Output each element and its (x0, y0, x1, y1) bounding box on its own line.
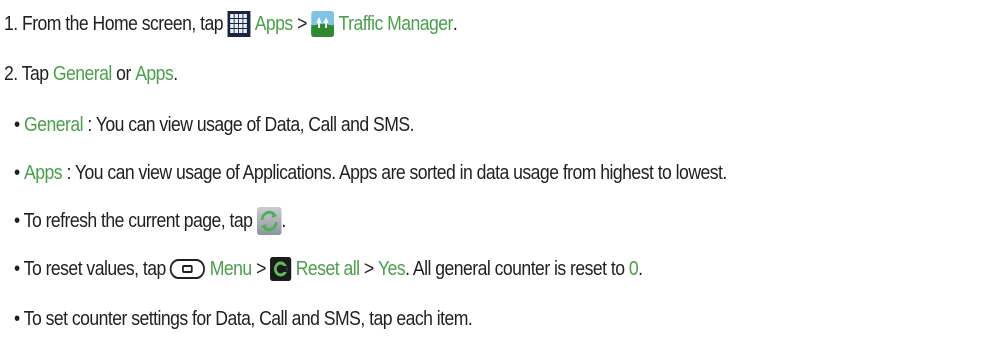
reset-text: • To reset values, tap (14, 257, 166, 280)
traffic-manager-icon (311, 11, 335, 37)
step-2: 2. Tap General or Apps . (4, 59, 178, 89)
step-1: 1. From the Home screen, tap Apps > Traf… (4, 9, 458, 39)
general-description: : You can view usage of Data, Call and S… (87, 113, 414, 136)
zero-value: 0 (628, 257, 639, 280)
bullet-dot: • (14, 161, 20, 184)
refresh-text: • To refresh the current page, tap (14, 209, 253, 232)
bullet-reset: • To reset values, tap Menu > Reset all … (14, 254, 643, 284)
general-label[interactable]: General (24, 114, 83, 137)
separator-2: > (363, 257, 374, 280)
step-2-prefix: 2. Tap (4, 62, 49, 85)
bullet-dot: • (14, 113, 20, 136)
yes-label[interactable]: Yes (378, 258, 406, 281)
step-2-period: . (173, 62, 178, 85)
reset-all-label[interactable]: Reset all (296, 258, 360, 281)
separator: > (256, 257, 266, 280)
or-text: or (116, 62, 131, 85)
reset-text-2: . All general counter is reset to (405, 257, 625, 280)
counter-text: • To set counter settings for Data, Call… (14, 307, 473, 330)
general-link[interactable]: General (53, 63, 112, 86)
menu-key-icon[interactable] (170, 259, 206, 279)
bullet-apps: • Apps : You can view usage of Applicati… (14, 158, 727, 188)
refresh-period: . (281, 209, 286, 232)
separator: > (297, 12, 307, 35)
step-1-period: . (452, 12, 458, 35)
bullet-counter: • To set counter settings for Data, Call… (14, 304, 473, 334)
reset-period: . (638, 257, 643, 280)
reset-icon (270, 257, 292, 281)
apps-link-2[interactable]: Apps (135, 63, 174, 86)
apps-label[interactable]: Apps (24, 162, 63, 185)
traffic-manager-link[interactable]: Traffic Manager (339, 13, 454, 36)
bullet-refresh: • To refresh the current page, tap . (14, 206, 286, 236)
bullet-general: • General : You can view usage of Data, … (14, 110, 414, 140)
apps-description: : You can view usage of Applications. Ap… (66, 161, 727, 184)
step-1-prefix: 1. From the Home screen, tap (4, 12, 224, 35)
refresh-icon[interactable] (256, 207, 282, 235)
apps-link[interactable]: Apps (255, 13, 294, 36)
menu-label[interactable]: Menu (210, 258, 252, 281)
apps-grid-icon (227, 11, 251, 37)
instruction-document: 1. From the Home screen, tap Apps > Traf… (0, 0, 1004, 359)
